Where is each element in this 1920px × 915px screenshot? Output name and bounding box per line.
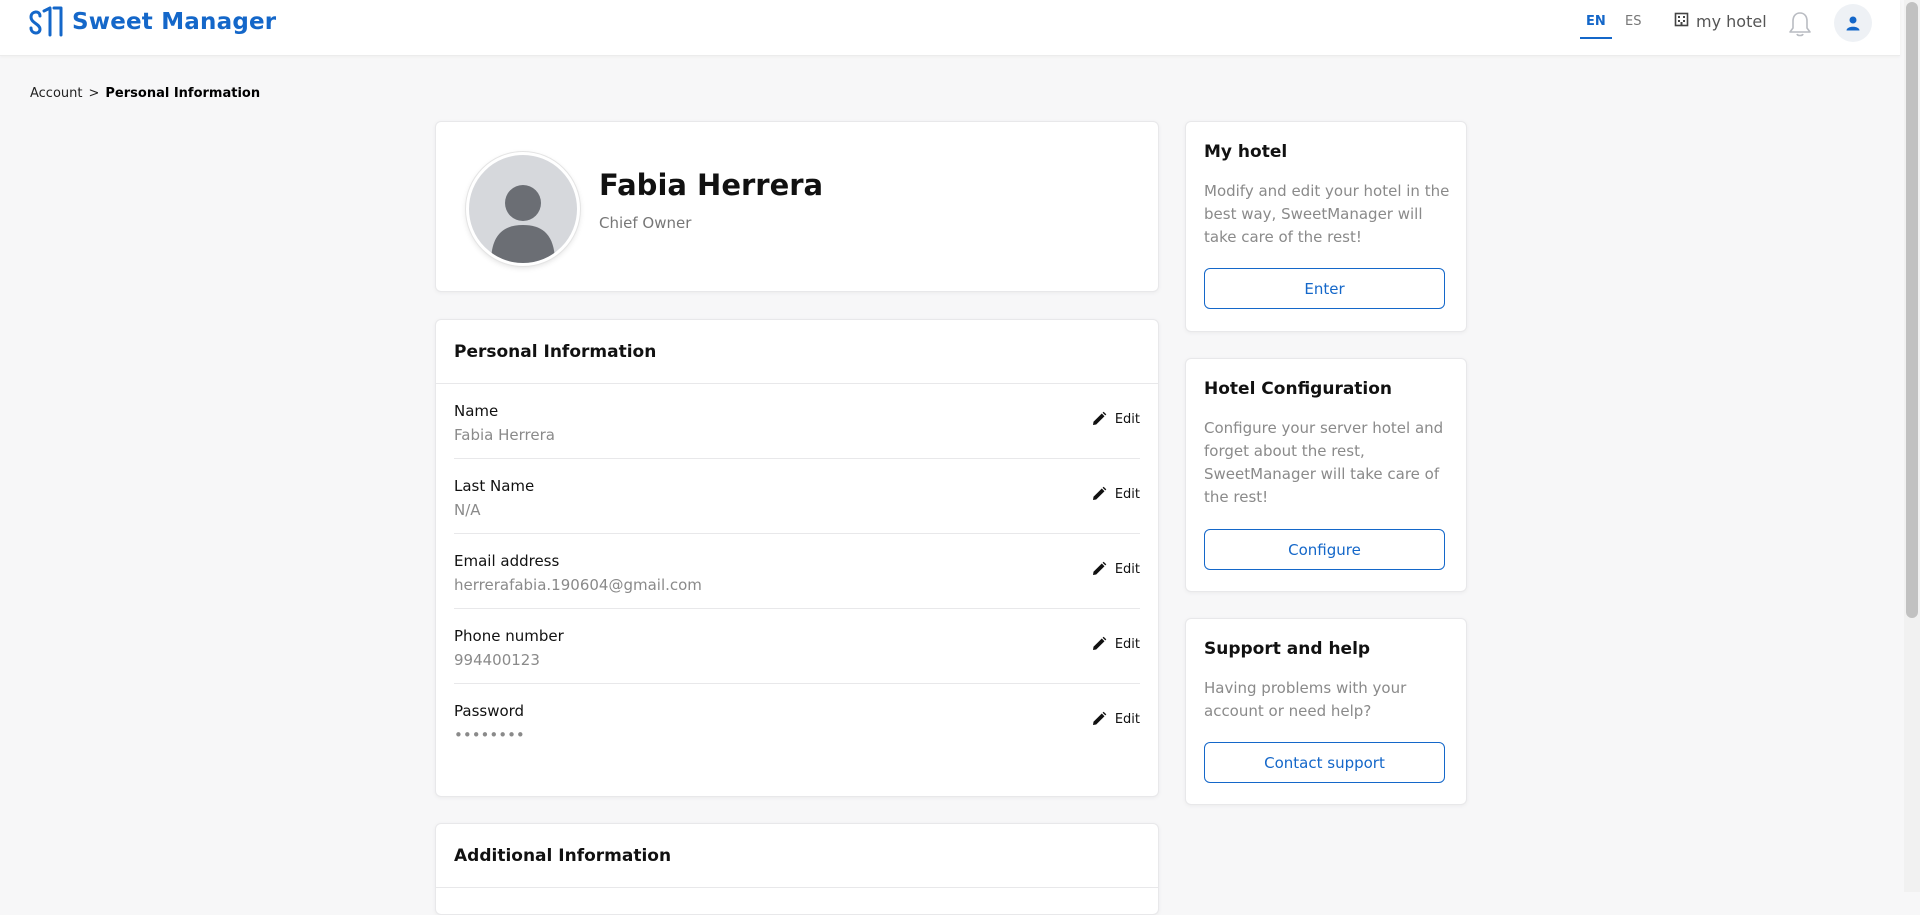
my-hotel-link[interactable]: my hotel (1674, 12, 1767, 31)
personal-info-card: Personal Information Name Fabia Herrera … (435, 319, 1159, 797)
info-row-name: Name Fabia Herrera Edit (454, 384, 1140, 459)
row-label: Phone number (454, 627, 564, 645)
lang-en-tab[interactable]: EN (1580, 12, 1612, 39)
profile-avatar (466, 152, 580, 266)
profile-name: Fabia Herrera (599, 168, 824, 202)
default-avatar-icon (491, 185, 555, 263)
edit-last-name-button[interactable]: Edit (1091, 486, 1140, 502)
hotel-config-card: Hotel Configuration Configure your serve… (1185, 358, 1467, 592)
personal-info-title: Personal Information (436, 320, 1158, 384)
edit-label: Edit (1114, 486, 1140, 502)
my-hotel-title: My hotel (1204, 142, 1288, 162)
top-navbar: Sweet Manager EN ES my hotel (0, 0, 1900, 56)
row-label: Name (454, 402, 499, 420)
breadcrumb-separator: > (88, 86, 100, 101)
my-hotel-label: my hotel (1696, 12, 1767, 31)
contact-support-button[interactable]: Contact support (1204, 742, 1445, 783)
my-hotel-card: My hotel Modify and edit your hotel in t… (1185, 121, 1467, 332)
lang-es-tab[interactable]: ES (1619, 12, 1647, 37)
configure-button[interactable]: Configure (1204, 529, 1445, 570)
row-value: •••••••• (454, 726, 525, 744)
pencil-icon (1092, 411, 1107, 425)
pencil-icon (1092, 561, 1107, 575)
row-value: 994400123 (454, 651, 540, 669)
edit-label: Edit (1114, 561, 1140, 577)
hotel-config-title: Hotel Configuration (1204, 379, 1393, 399)
logo-text: Sweet Manager (72, 9, 277, 35)
edit-label: Edit (1114, 711, 1140, 727)
profile-card: Fabia Herrera Chief Owner (435, 121, 1159, 292)
user-icon (1846, 16, 1860, 31)
support-description: Having problems with your account or nee… (1204, 679, 1407, 720)
my-hotel-description: Modify and edit your hotel in the best w… (1204, 182, 1450, 246)
profile-role: Chief Owner (599, 214, 692, 232)
logo[interactable]: Sweet Manager (28, 4, 276, 40)
row-value: Fabia Herrera (454, 426, 555, 444)
info-row-email: Email address herrerafabia.190604@gmail.… (454, 534, 1140, 609)
pencil-icon (1092, 636, 1107, 650)
hotel-icon (1674, 12, 1689, 31)
hotel-config-description: Configure your server hotel and forget a… (1204, 419, 1444, 506)
edit-phone-button[interactable]: Edit (1091, 636, 1140, 652)
support-title: Support and help (1204, 639, 1371, 659)
bell-icon[interactable] (1787, 10, 1813, 38)
breadcrumb-current: Personal Information (105, 86, 261, 101)
pencil-icon (1092, 711, 1107, 725)
edit-label: Edit (1114, 636, 1140, 652)
info-row-last-name: Last Name N/A Edit (454, 459, 1140, 534)
pencil-icon (1092, 486, 1107, 500)
breadcrumb-account[interactable]: Account (30, 86, 83, 101)
info-row-phone: Phone number 994400123 Edit (454, 609, 1140, 684)
info-row-password: Password •••••••• Edit (454, 684, 1140, 758)
logo-icon (29, 6, 63, 37)
enter-button[interactable]: Enter (1204, 268, 1445, 309)
additional-info-title: Additional Information (436, 824, 1158, 888)
breadcrumb: Account > Personal Information (30, 86, 260, 101)
row-label: Email address (454, 552, 560, 570)
row-value: N/A (454, 501, 481, 519)
additional-info-card: Additional Information (435, 823, 1159, 915)
edit-label: Edit (1114, 411, 1140, 427)
row-label: Password (454, 702, 525, 720)
row-value: herrerafabia.190604@gmail.com (454, 576, 702, 594)
scrollbar-thumb[interactable] (1906, 2, 1918, 618)
edit-password-button[interactable]: Edit (1091, 711, 1140, 727)
support-card: Support and help Having problems with yo… (1185, 618, 1467, 805)
edit-email-button[interactable]: Edit (1091, 561, 1140, 577)
user-menu-button[interactable] (1834, 4, 1872, 42)
row-label: Last Name (454, 477, 535, 495)
edit-name-button[interactable]: Edit (1091, 411, 1140, 427)
